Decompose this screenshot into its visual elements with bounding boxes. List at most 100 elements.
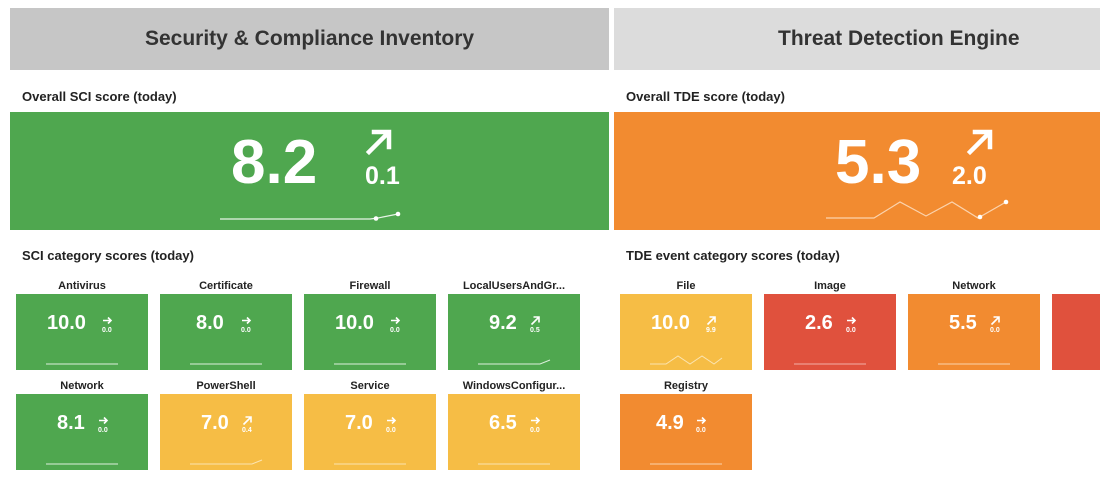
category-sparkline (478, 359, 551, 365)
category-delta: 0.0 (530, 427, 540, 434)
sci-panel: Security & Compliance Inventory Overall … (10, 8, 609, 499)
category-score: 10.0 (335, 312, 374, 334)
category-score-tile[interactable]: 9.2 0.5 (448, 294, 580, 370)
arrow-right-icon (847, 316, 857, 325)
category-delta: 0.0 (386, 427, 396, 434)
tde-overall-score-value: 5.3 (835, 128, 922, 197)
tde-overall-label: Overall TDE score (today) (626, 89, 785, 104)
tde-overall-sparkline (826, 199, 1009, 220)
category-delta: 0.0 (102, 327, 112, 334)
category-delta: 0.5 (530, 327, 540, 334)
category-score-tile[interactable]: 10.0 0.0 (304, 294, 436, 370)
arrow-up-right-icon (966, 129, 993, 156)
tde-panel-title: Threat Detection Engine (614, 8, 1100, 70)
arrow-up-right-icon (365, 129, 392, 156)
category-sparkline (334, 363, 406, 365)
category-name: Antivirus (58, 280, 106, 292)
arrow-right-icon (391, 316, 401, 325)
tde-category-truncated[interactable] (1052, 278, 1100, 370)
category-delta: 0.0 (390, 327, 400, 334)
sci-category-label: SCI category scores (today) (22, 248, 194, 263)
sci-category-windowsconfiguration[interactable]: WindowsConfigur... 6.5 0.0 (448, 378, 580, 470)
tde-category-registry[interactable]: Registry 4.9 0.0 (620, 378, 752, 470)
sci-overall-score-value: 8.2 (231, 128, 318, 197)
category-sparkline (46, 363, 118, 365)
category-score: 7.0 (201, 412, 229, 434)
category-name: Image (814, 280, 846, 292)
sci-category-localusersandgroups[interactable]: LocalUsersAndGr... 9.2 0.5 (448, 278, 580, 370)
category-delta: 0.0 (241, 327, 251, 334)
category-score-tile[interactable]: 8.0 0.0 (160, 294, 292, 370)
category-sparkline (794, 363, 866, 365)
tde-panel: Threat Detection Engine Overall TDE scor… (614, 8, 1100, 499)
category-sparkline (478, 463, 550, 465)
category-score-tile[interactable]: 10.0 0.0 (16, 294, 148, 370)
tde-category-image[interactable]: Image 2.6 0.0 (764, 278, 896, 370)
category-name: Network (952, 280, 996, 292)
sci-overall-sparkline (220, 211, 401, 221)
category-score-tile[interactable] (1052, 294, 1100, 370)
category-name: PowerShell (196, 380, 256, 392)
arrow-right-icon (103, 316, 113, 325)
category-score: 9.2 (489, 312, 517, 334)
category-score-tile[interactable]: 5.5 0.0 (908, 294, 1040, 370)
arrow-right-icon (387, 416, 397, 425)
tde-category-network[interactable]: Network 5.5 0.0 (908, 278, 1040, 370)
category-name: Service (350, 380, 390, 392)
category-score: 7.0 (345, 412, 373, 434)
category-score: 10.0 (651, 312, 690, 334)
category-score: 8.1 (57, 412, 85, 434)
category-name: WindowsConfigur... (462, 380, 566, 392)
category-score: 6.5 (489, 412, 517, 434)
category-score-tile[interactable]: 8.1 0.0 (16, 394, 148, 470)
category-score-tile[interactable]: 6.5 0.0 (448, 394, 580, 470)
category-name (1052, 278, 1100, 294)
category-name: Firewall (349, 280, 391, 292)
arrow-up-right-icon (530, 316, 540, 326)
category-score-tile[interactable]: 4.9 0.0 (620, 394, 752, 470)
tde-overall-score-tile[interactable]: 5.3 2.0 (614, 112, 1100, 230)
sci-category-firewall[interactable]: Firewall 10.0 0.0 (304, 278, 436, 370)
category-score-tile[interactable]: 10.0 9.9 (620, 294, 752, 370)
sci-category-service[interactable]: Service 7.0 0.0 (304, 378, 436, 470)
arrow-right-icon (99, 416, 109, 425)
sci-category-grid: Antivirus 10.0 0.0 Certificate 8.0 0.0 F… (10, 278, 609, 478)
arrow-right-icon (697, 416, 707, 425)
category-score: 10.0 (47, 312, 86, 334)
category-name: File (676, 280, 696, 292)
category-score-tile[interactable]: 2.6 0.0 (764, 294, 896, 370)
arrow-right-icon (531, 416, 541, 425)
category-sparkline (938, 363, 1010, 365)
category-sparkline (334, 463, 406, 465)
category-delta: 0.0 (846, 327, 856, 334)
category-delta: 0.0 (696, 427, 706, 434)
sci-category-certificate[interactable]: Certificate 8.0 0.0 (160, 278, 292, 370)
category-name: Certificate (199, 280, 253, 292)
sci-category-antivirus[interactable]: Antivirus 10.0 0.0 (16, 278, 148, 370)
sci-overall-delta: 0.1 (365, 162, 400, 190)
category-sparkline (650, 355, 723, 365)
arrow-up-right-icon (990, 316, 1000, 326)
category-delta: 0.0 (990, 327, 1000, 334)
tde-overall-delta: 2.0 (952, 162, 987, 190)
category-sparkline (650, 463, 722, 465)
arrow-up-right-icon (242, 416, 252, 426)
sci-panel-title: Security & Compliance Inventory (10, 8, 609, 70)
category-delta: 0.0 (98, 427, 108, 434)
tde-category-file[interactable]: File 10.0 9.9 (620, 278, 752, 370)
category-name: Registry (663, 380, 709, 392)
arrow-right-icon (242, 316, 252, 325)
category-sparkline (190, 459, 263, 465)
category-score: 8.0 (196, 312, 224, 334)
category-score: 4.9 (656, 412, 684, 434)
sci-category-network[interactable]: Network 8.1 0.0 (16, 378, 148, 470)
category-sparkline (46, 463, 118, 465)
arrow-up-right-icon (706, 316, 716, 326)
category-name: Network (60, 380, 104, 392)
tde-category-grid: File 10.0 9.9 Image 2.6 0.0 Network 5.5 (614, 278, 1100, 478)
tde-category-label: TDE event category scores (today) (626, 248, 840, 263)
sci-category-powershell[interactable]: PowerShell 7.0 0.4 (160, 378, 292, 470)
category-score-tile[interactable]: 7.0 0.4 (160, 394, 292, 470)
category-score-tile[interactable]: 7.0 0.0 (304, 394, 436, 470)
sci-overall-score-tile[interactable]: 8.2 0.1 (10, 112, 609, 230)
